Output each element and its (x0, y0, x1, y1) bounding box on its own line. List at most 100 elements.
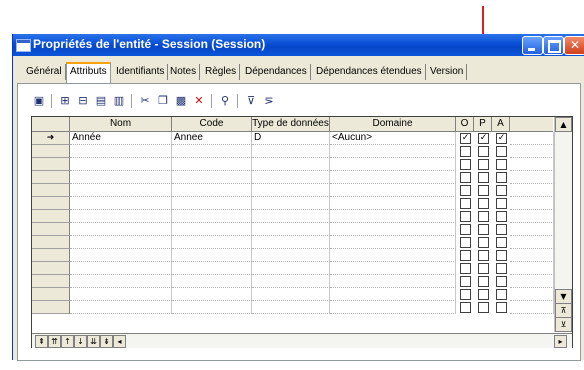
checkbox-a[interactable] (496, 289, 507, 300)
checkbox-o[interactable] (460, 198, 471, 209)
paste-icon[interactable]: ▩ (173, 93, 189, 109)
cell-nom[interactable] (70, 262, 172, 275)
checkbox-a[interactable] (496, 159, 507, 170)
insert-row-icon[interactable]: ⊟ (75, 93, 91, 109)
cell-code[interactable]: Annee (172, 132, 252, 145)
cell-domaine[interactable] (330, 210, 456, 223)
move-up-icon[interactable]: ↑ (61, 335, 74, 348)
row-header[interactable] (32, 262, 70, 275)
checkbox-p[interactable] (478, 159, 489, 170)
cell-code[interactable] (172, 301, 252, 314)
row-header[interactable] (32, 145, 70, 158)
cell-code[interactable] (172, 249, 252, 262)
column-header-p[interactable]: P (474, 117, 492, 132)
row-header[interactable]: ➜ (32, 132, 70, 145)
checkbox-o[interactable] (460, 302, 471, 313)
cell-type[interactable] (252, 210, 330, 223)
cell-domaine[interactable] (330, 145, 456, 158)
row-header[interactable] (32, 236, 70, 249)
row-header[interactable] (32, 171, 70, 184)
cell-nom[interactable] (70, 210, 172, 223)
vertical-scrollbar[interactable]: ▲ ▼ ⊼ ⊻ (554, 117, 572, 332)
checkbox-p[interactable] (478, 198, 489, 209)
cell-domaine[interactable] (330, 262, 456, 275)
checkbox-p[interactable] (478, 185, 489, 196)
row-header[interactable] (32, 275, 70, 288)
scroll-right-button[interactable]: ▸ (554, 335, 567, 348)
row-header[interactable] (32, 223, 70, 236)
column-header-domaine[interactable]: Domaine (330, 117, 456, 132)
cell-code[interactable] (172, 236, 252, 249)
row-header[interactable] (32, 197, 70, 210)
checkbox-p[interactable]: ✓ (478, 133, 489, 144)
cell-domaine[interactable] (330, 223, 456, 236)
checkbox-a[interactable] (496, 172, 507, 183)
checkbox-a[interactable] (496, 224, 507, 235)
checkbox-o[interactable] (460, 185, 471, 196)
move-bottom-icon[interactable]: ⇟ (100, 335, 113, 348)
checkbox-p[interactable] (478, 276, 489, 287)
cell-type[interactable] (252, 197, 330, 210)
tab-version[interactable]: Version (427, 64, 468, 80)
cell-type[interactable] (252, 158, 330, 171)
checkbox-o[interactable] (460, 146, 471, 157)
tab-identifiants[interactable]: Identifiants (113, 64, 169, 80)
cell-nom[interactable] (70, 301, 172, 314)
cell-code[interactable] (172, 223, 252, 236)
cell-type[interactable] (252, 262, 330, 275)
tab-dependances[interactable]: Dépendances (242, 64, 311, 80)
cell-nom[interactable] (70, 171, 172, 184)
tab-dependances-etendues[interactable]: Dépendances étendues (313, 64, 426, 80)
checkbox-p[interactable] (478, 237, 489, 248)
minimize-button[interactable] (522, 36, 543, 55)
add-row-icon[interactable]: ⊞ (57, 93, 73, 109)
cell-type[interactable] (252, 249, 330, 262)
column-header-type[interactable]: Type de données (252, 117, 330, 132)
cell-nom[interactable] (70, 184, 172, 197)
scroll-down-button[interactable]: ▼ (555, 289, 572, 304)
cell-code[interactable] (172, 184, 252, 197)
delete-icon[interactable]: ✕ (191, 93, 207, 109)
move-page-up-icon[interactable]: ⇈ (48, 335, 61, 348)
checkbox-a[interactable] (496, 302, 507, 313)
checkbox-o[interactable] (460, 224, 471, 235)
cell-domaine[interactable] (330, 184, 456, 197)
column-header-a[interactable]: A (492, 117, 510, 132)
close-button[interactable] (564, 36, 584, 55)
checkbox-p[interactable] (478, 146, 489, 157)
checkbox-p[interactable] (478, 263, 489, 274)
find-icon[interactable]: ⚲ (217, 93, 233, 109)
checkbox-o[interactable] (460, 289, 471, 300)
cell-domaine[interactable] (330, 171, 456, 184)
cell-code[interactable] (172, 288, 252, 301)
cell-type[interactable] (252, 145, 330, 158)
scroll-down-page-button[interactable]: ⊻ (555, 317, 572, 332)
cell-nom[interactable] (70, 145, 172, 158)
row-header[interactable] (32, 301, 70, 314)
cell-domaine[interactable] (330, 158, 456, 171)
checkbox-a[interactable] (496, 237, 507, 248)
cell-nom[interactable]: Année (70, 132, 172, 145)
checkbox-o[interactable] (460, 159, 471, 170)
checkbox-a[interactable] (496, 198, 507, 209)
column-header-o[interactable]: O (456, 117, 474, 132)
checkbox-o[interactable] (460, 250, 471, 261)
checkbox-p[interactable] (478, 211, 489, 222)
cell-nom[interactable] (70, 249, 172, 262)
replicate-icon[interactable]: ▥ (111, 93, 127, 109)
checkbox-o[interactable] (460, 172, 471, 183)
checkbox-o[interactable] (460, 276, 471, 287)
cell-type[interactable] (252, 223, 330, 236)
cell-domaine[interactable] (330, 197, 456, 210)
row-header[interactable] (32, 288, 70, 301)
checkbox-p[interactable] (478, 250, 489, 261)
checkbox-p[interactable] (478, 302, 489, 313)
row-header[interactable] (32, 210, 70, 223)
properties-icon[interactable]: ▣ (31, 93, 47, 109)
tab-regles[interactable]: Règles (202, 64, 241, 80)
checkbox-p[interactable] (478, 172, 489, 183)
move-down-icon[interactable]: ↓ (74, 335, 87, 348)
checkbox-o[interactable] (460, 211, 471, 222)
move-page-down-icon[interactable]: ⇊ (87, 335, 100, 348)
cell-domaine[interactable] (330, 275, 456, 288)
